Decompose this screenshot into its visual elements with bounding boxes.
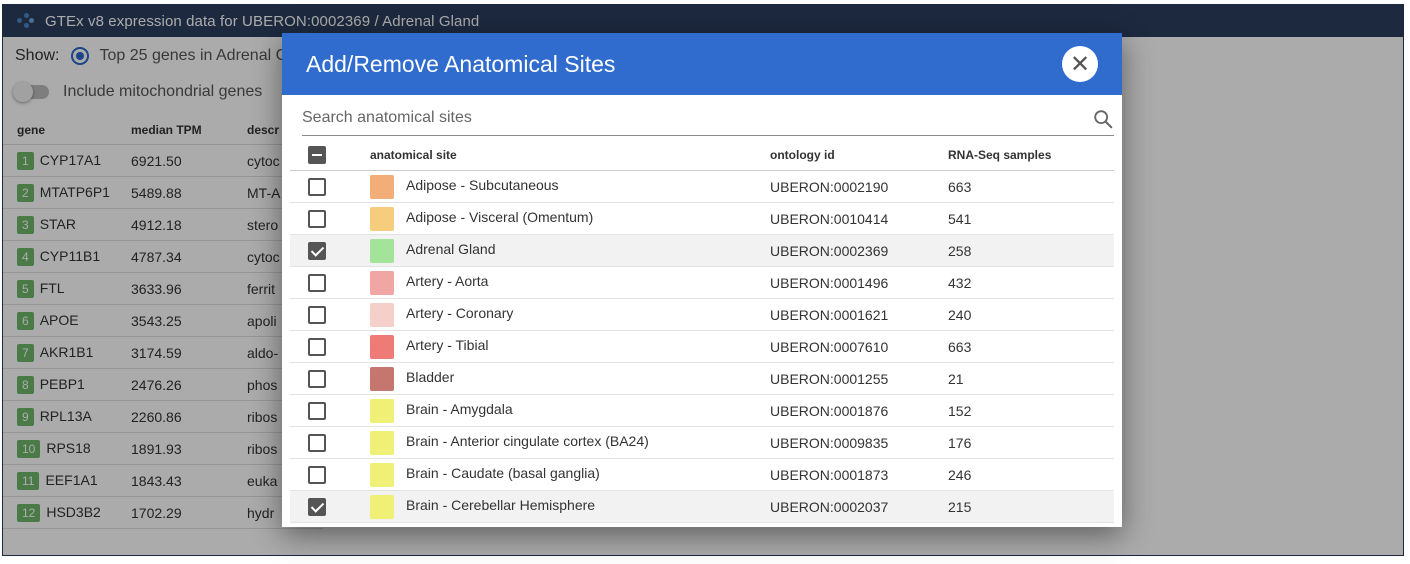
ontology-id-cell: UBERON:0001255	[770, 370, 889, 387]
site-color-swatch	[370, 366, 394, 391]
ontology-id-cell: UBERON:0002369	[770, 242, 889, 259]
site-checkbox[interactable]	[308, 273, 326, 292]
search-icon[interactable]	[1092, 108, 1114, 130]
site-checkbox[interactable]	[308, 337, 326, 356]
site-row[interactable]: Bladder UBERON:0001255 21	[290, 363, 1114, 395]
site-color-swatch	[370, 494, 394, 519]
site-color-swatch	[370, 462, 394, 487]
site-row[interactable]: Brain - Amygdala UBERON:0001876 152	[290, 395, 1114, 427]
site-checkbox[interactable]	[308, 433, 326, 452]
site-name: Brain - Anterior cingulate cortex (BA24)	[406, 432, 649, 449]
site-name: Artery - Coronary	[406, 304, 514, 321]
ontology-id-cell: UBERON:0009835	[770, 434, 889, 451]
site-name: Brain - Amygdala	[406, 400, 513, 417]
site-row[interactable]: Brain - Anterior cingulate cortex (BA24)…	[290, 427, 1114, 459]
site-row[interactable]: Adrenal Gland UBERON:0002369 258	[290, 235, 1114, 267]
ontology-id-cell: UBERON:0002037	[770, 498, 889, 515]
samples-cell: 432	[948, 274, 972, 291]
site-checkbox[interactable]	[308, 305, 326, 324]
dialog-title: Add/Remove Anatomical Sites	[306, 50, 616, 77]
anatomical-site-column-header[interactable]: anatomical site	[370, 148, 770, 162]
ontology-id-cell: UBERON:0001873	[770, 466, 889, 483]
ontology-id-cell: UBERON:0002190	[770, 178, 889, 195]
samples-cell: 663	[948, 178, 972, 195]
close-icon: ✕	[1069, 50, 1091, 78]
site-color-swatch	[370, 238, 394, 263]
site-name: Brain - Cerebellar Hemisphere	[406, 496, 596, 513]
site-row[interactable]: Artery - Tibial UBERON:0007610 663	[290, 331, 1114, 363]
search-input[interactable]	[302, 103, 1062, 133]
site-color-swatch	[370, 174, 394, 199]
site-row[interactable]: Artery - Coronary UBERON:0001621 240	[290, 299, 1114, 331]
samples-cell: 258	[948, 242, 972, 259]
site-checkbox[interactable]	[308, 177, 326, 196]
site-color-swatch	[370, 334, 394, 359]
select-all-checkbox[interactable]	[308, 145, 326, 164]
site-name: Adipose - Visceral (Omentum)	[406, 208, 594, 225]
anatomical-sites-table: anatomical site ontology id RNA-Seq samp…	[290, 139, 1114, 523]
site-checkbox[interactable]	[308, 241, 326, 260]
site-row[interactable]: Brain - Cerebellar Hemisphere UBERON:0002…	[290, 491, 1114, 523]
site-color-swatch	[370, 398, 394, 423]
samples-cell: 541	[948, 210, 972, 227]
site-name: Adipose - Subcutaneous	[406, 176, 559, 193]
site-row[interactable]: Adipose - Visceral (Omentum) UBERON:00104…	[290, 203, 1114, 235]
site-checkbox[interactable]	[308, 497, 326, 516]
site-color-swatch	[370, 270, 394, 295]
site-name: Bladder	[406, 368, 455, 385]
ontology-id-cell: UBERON:0001621	[770, 306, 889, 323]
sites-table-header: anatomical site ontology id RNA-Seq samp…	[290, 139, 1114, 171]
sites-table-body: Adipose - Subcutaneous UBERON:0002190 663 A…	[290, 171, 1114, 523]
site-color-swatch	[370, 430, 394, 455]
site-name: Artery - Aorta	[406, 272, 489, 289]
samples-cell: 152	[948, 402, 972, 419]
samples-cell: 21	[948, 370, 964, 387]
site-checkbox[interactable]	[308, 369, 326, 388]
anatomical-sites-dialog: Add/Remove Anatomical Sites ✕ anatomical…	[282, 33, 1122, 527]
samples-cell: 663	[948, 338, 972, 355]
site-checkbox[interactable]	[308, 209, 326, 228]
ontology-id-column-header[interactable]: ontology id	[770, 148, 948, 162]
ontology-id-cell: UBERON:0001496	[770, 274, 889, 291]
ontology-id-cell: UBERON:0007610	[770, 338, 889, 355]
ontology-id-cell: UBERON:0010414	[770, 210, 889, 227]
search-bar	[302, 103, 1114, 136]
dialog-header: Add/Remove Anatomical Sites ✕	[282, 33, 1122, 95]
samples-cell: 215	[948, 498, 972, 515]
site-color-swatch	[370, 302, 394, 327]
site-checkbox[interactable]	[308, 401, 326, 420]
ontology-id-cell: UBERON:0001876	[770, 402, 889, 419]
site-color-swatch	[370, 206, 394, 231]
site-checkbox[interactable]	[308, 465, 326, 484]
site-row[interactable]: Adipose - Subcutaneous UBERON:0002190 663	[290, 171, 1114, 203]
close-button[interactable]: ✕	[1062, 46, 1098, 82]
site-row[interactable]: Artery - Aorta UBERON:0001496 432	[290, 267, 1114, 299]
site-name: Adrenal Gland	[406, 240, 496, 257]
samples-cell: 240	[948, 306, 972, 323]
site-row[interactable]: Brain - Caudate (basal ganglia) UBERON:00…	[290, 459, 1114, 491]
site-name: Artery - Tibial	[406, 336, 489, 353]
rna-seq-samples-column-header[interactable]: RNA-Seq samples	[948, 148, 1114, 162]
samples-cell: 246	[948, 466, 972, 483]
site-name: Brain - Caudate (basal ganglia)	[406, 464, 600, 481]
samples-cell: 176	[948, 434, 972, 451]
